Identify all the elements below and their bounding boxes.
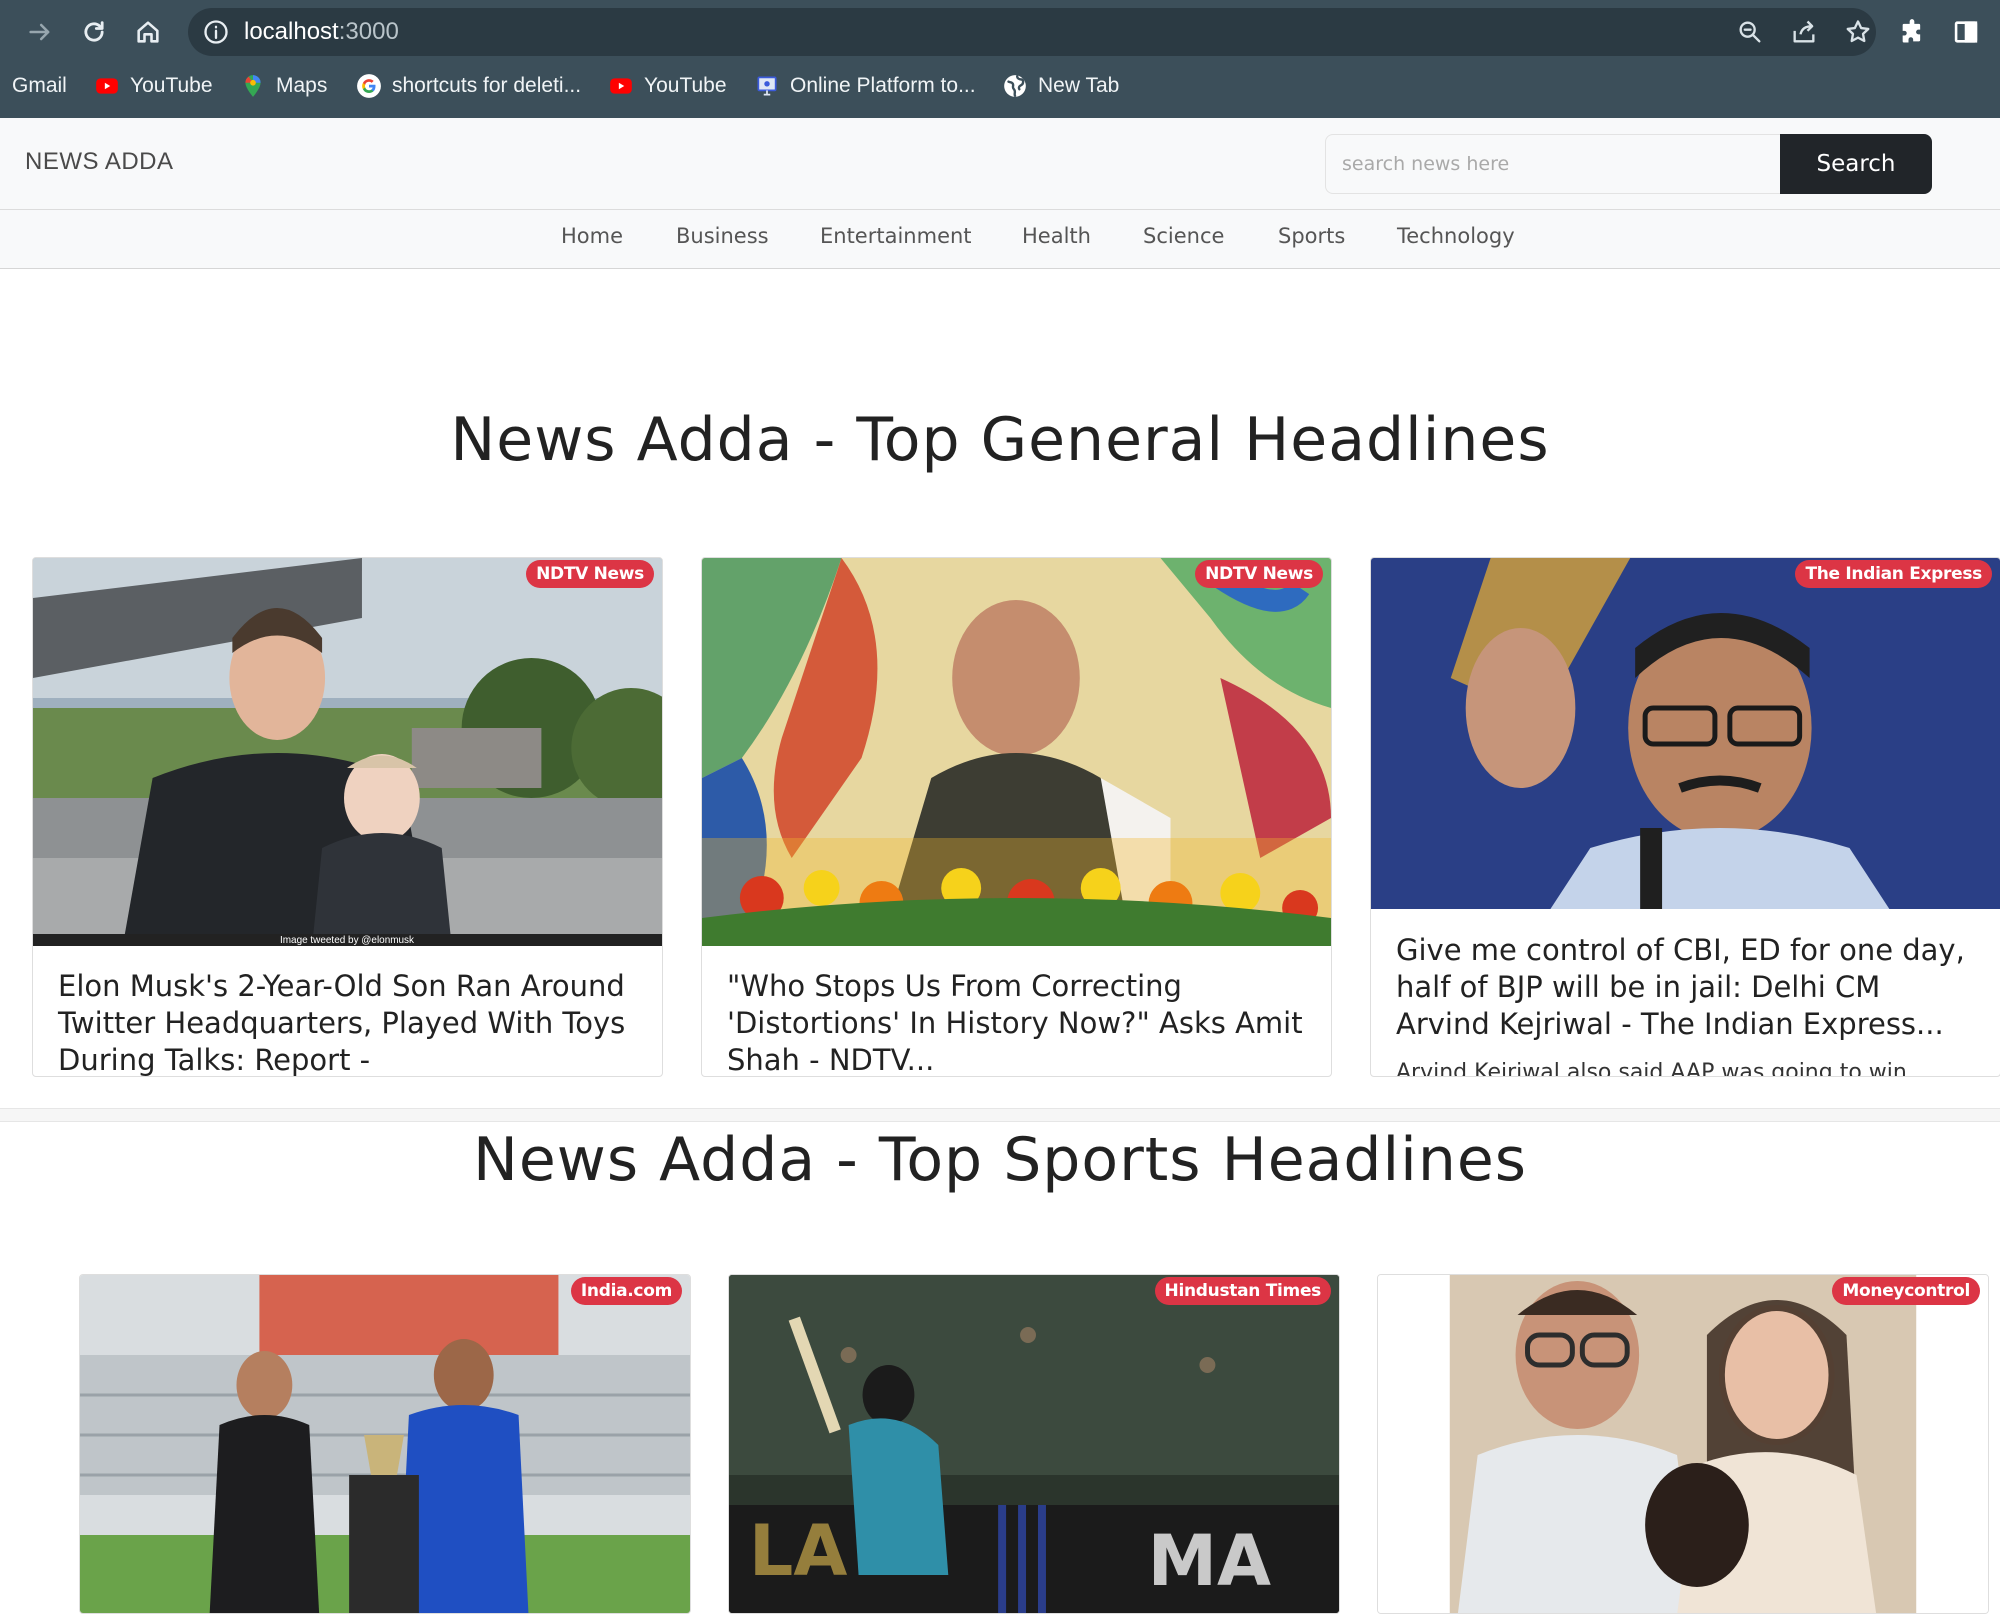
search-button[interactable]: Search <box>1780 134 1932 194</box>
bookmark-youtube[interactable]: YouTube <box>94 70 213 102</box>
news-image: LA MA <box>729 1275 1339 1613</box>
nav-health[interactable]: Health <box>1022 224 1091 248</box>
nav-entertainment[interactable]: Entertainment <box>820 224 972 248</box>
source-badge: NDTV News <box>526 560 654 588</box>
youtube-icon <box>608 73 634 99</box>
svg-text:LA: LA <box>749 1511 847 1592</box>
nav-home[interactable]: Home <box>561 224 623 248</box>
sports-section-title: News Adda - Top Sports Headlines <box>472 1125 1528 1195</box>
maps-icon <box>240 73 266 99</box>
bookmark-online-platform[interactable]: Online Platform to... <box>754 70 976 102</box>
news-image <box>1371 558 2000 909</box>
site-navbar: NEWS ADDA Search <box>0 118 2000 210</box>
source-badge: NDTV News <box>1195 560 1323 588</box>
news-card[interactable]: India.com <box>79 1274 691 1614</box>
search-input[interactable] <box>1325 134 1781 194</box>
general-section-title: News Adda - Top General Headlines <box>450 405 1550 475</box>
address-bar[interactable]: localhost:3000 <box>188 8 1876 56</box>
source-badge: Hindustan Times <box>1154 1277 1331 1305</box>
google-icon <box>356 73 382 99</box>
nav-science[interactable]: Science <box>1143 224 1224 248</box>
bookmark-gmail[interactable]: Gmail <box>12 70 67 102</box>
source-badge: The Indian Express <box>1795 560 1992 588</box>
bookmark-maps[interactable]: Maps <box>240 70 327 102</box>
bookmarks-bar: Gmail YouTube Maps shortcuts for deleti.… <box>0 66 2000 106</box>
news-card[interactable]: LA MA Hindustan Times <box>728 1274 1340 1614</box>
nav-business[interactable]: Business <box>676 224 769 248</box>
url-text: localhost:3000 <box>244 18 399 45</box>
source-badge: Moneycontrol <box>1832 1277 1980 1305</box>
bookmark-star-icon[interactable] <box>1844 18 1872 46</box>
news-image: Image tweeted by @elonmusk <box>33 558 662 946</box>
globe-icon <box>1002 73 1028 99</box>
zoom-icon[interactable] <box>1736 18 1764 46</box>
forward-icon[interactable] <box>20 12 60 52</box>
news-image <box>80 1275 690 1613</box>
news-description: Arvind Kejriwal also said AAP was going … <box>1396 1060 1907 1077</box>
home-icon[interactable] <box>128 12 168 52</box>
svg-text:Image tweeted by @elonmusk: Image tweeted by @elonmusk <box>280 935 414 946</box>
reload-icon[interactable] <box>74 12 114 52</box>
nav-technology[interactable]: Technology <box>1397 224 1515 248</box>
site-brand[interactable]: NEWS ADDA <box>25 148 174 176</box>
news-card[interactable]: The Indian Express Give me control of CB… <box>1370 557 2000 1077</box>
news-card[interactable]: NDTV News "Who Stops Us From Correcting … <box>701 557 1332 1077</box>
svg-text:MA: MA <box>1148 1521 1271 1602</box>
news-card[interactable]: Image tweeted by @elonmusk NDTV News Elo… <box>32 557 663 1077</box>
bookmark-new-tab[interactable]: New Tab <box>1002 70 1119 102</box>
news-title: "Who Stops Us From Correcting 'Distortio… <box>727 969 1303 1077</box>
browser-chrome: localhost:3000 Gmail YouTube Maps shortc… <box>0 0 2000 118</box>
bookmark-youtube-2[interactable]: YouTube <box>608 70 727 102</box>
youtube-icon <box>94 73 120 99</box>
site-info-icon[interactable] <box>202 18 230 46</box>
source-badge: India.com <box>570 1277 682 1305</box>
bookmark-shortcuts[interactable]: shortcuts for deleti... <box>356 70 581 102</box>
share-icon[interactable] <box>1790 18 1818 46</box>
category-nav: Home Business Entertainment Health Scien… <box>0 210 2000 269</box>
news-image <box>1378 1275 1988 1613</box>
side-panel-icon[interactable] <box>1946 12 1986 52</box>
news-title: Elon Musk's 2-Year-Old Son Ran Around Tw… <box>58 969 626 1077</box>
news-card[interactable]: Moneycontrol <box>1377 1274 1989 1614</box>
platform-icon <box>754 73 780 99</box>
section-divider <box>0 1108 2000 1122</box>
nav-sports[interactable]: Sports <box>1278 224 1345 248</box>
extensions-icon[interactable] <box>1892 12 1932 52</box>
news-title: Give me control of CBI, ED for one day, … <box>1396 933 1965 1041</box>
news-image <box>702 558 1331 946</box>
